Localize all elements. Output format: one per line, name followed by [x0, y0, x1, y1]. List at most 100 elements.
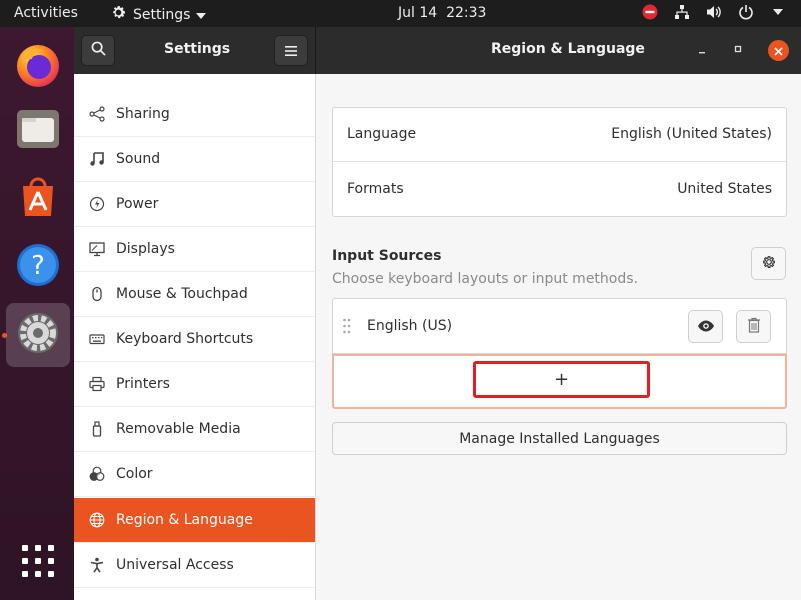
main-menu-button[interactable]	[274, 35, 308, 66]
search-button[interactable]	[81, 35, 115, 66]
minimize-icon	[697, 43, 707, 57]
close-button[interactable]	[768, 40, 789, 61]
language-formats-card: Language English (United States) Formats…	[332, 107, 787, 217]
sidebar-item-region-language[interactable]: Region & Language	[74, 498, 315, 543]
sidebar-item-label: Sound	[116, 151, 161, 167]
accessibility-icon	[88, 556, 106, 574]
sidebar-item-displays[interactable]: Displays	[74, 227, 315, 272]
dock-settings[interactable]	[6, 303, 70, 367]
keyboard-icon	[88, 330, 106, 348]
sidebar-item-label: Displays	[116, 241, 175, 257]
settings-gear-icon	[15, 310, 61, 360]
sidebar-item-mouse-touchpad[interactable]: Mouse & Touchpad	[74, 272, 315, 317]
dock: ?	[0, 27, 74, 600]
remove-input-source-button[interactable]	[736, 310, 771, 343]
sidebar-item-label: Keyboard Shortcuts	[116, 331, 254, 347]
color-icon	[88, 465, 106, 483]
app-menu-label: Settings	[133, 6, 191, 23]
sidebar-item-label: Power	[116, 196, 159, 212]
formats-row[interactable]: Formats United States	[333, 162, 786, 216]
usb-drive-icon	[88, 420, 106, 438]
dock-ubuntu-software[interactable]	[6, 167, 70, 231]
maximize-icon	[733, 43, 743, 57]
dock-files[interactable]	[6, 99, 70, 163]
add-icon: +	[553, 368, 570, 390]
close-icon	[774, 41, 783, 60]
clock-date: Jul 14	[398, 5, 438, 21]
search-icon	[91, 41, 106, 60]
input-sources-subtitle: Choose keyboard layouts or input methods…	[332, 271, 638, 287]
language-value: English (United States)	[611, 126, 772, 142]
sidebar-item-label: Color	[116, 466, 153, 482]
software-store-icon	[15, 174, 61, 224]
do-not-disturb-icon[interactable]	[641, 3, 659, 21]
mouse-icon	[88, 285, 106, 303]
sidebar-item-label: Universal Access	[116, 557, 234, 573]
share-icon	[88, 105, 106, 123]
maximize-button[interactable]	[728, 40, 748, 60]
files-icon	[15, 106, 61, 156]
display-icon	[88, 240, 106, 258]
network-icon[interactable]	[673, 3, 691, 21]
header-bar: Settings Region & Language	[74, 27, 801, 74]
preview-layout-button[interactable]	[688, 310, 723, 343]
power-menu-icon[interactable]	[737, 3, 755, 21]
volume-icon[interactable]	[705, 3, 723, 21]
panel-title: Region & Language	[491, 41, 645, 57]
add-input-source-row[interactable]: +	[332, 354, 787, 409]
sidebar-item-universal-access[interactable]: Universal Access	[74, 543, 315, 588]
sidebar-header: Settings	[74, 27, 316, 74]
add-input-source-button[interactable]: +	[473, 361, 650, 398]
sidebar-item-sound[interactable]: Sound	[74, 137, 315, 182]
sidebar-item-label: Printers	[116, 376, 170, 392]
clock[interactable]: Jul 14 22:33	[398, 5, 486, 21]
sidebar-item-label: Mouse & Touchpad	[116, 286, 248, 302]
trash-icon	[747, 317, 761, 337]
sidebar-item-keyboard-shortcuts[interactable]: Keyboard Shortcuts	[74, 317, 315, 362]
sidebar-item-power[interactable]: Power	[74, 182, 315, 227]
dock-firefox[interactable]	[6, 35, 70, 99]
input-sources-options-button[interactable]	[751, 247, 786, 280]
sidebar-item-label: Region & Language	[116, 512, 253, 528]
show-applications-button[interactable]	[6, 531, 70, 595]
settings-sidebar: Sharing Sound Power Displays Mouse & Tou…	[74, 74, 316, 600]
globe-icon	[88, 511, 106, 529]
gear-icon	[761, 254, 777, 274]
tray-dropdown-icon[interactable]	[769, 3, 787, 21]
music-note-icon	[88, 150, 106, 168]
input-sources-title: Input Sources	[332, 248, 442, 264]
drag-handle-icon[interactable]	[343, 318, 351, 338]
input-source-row[interactable]: English (US)	[332, 298, 787, 354]
eye-icon	[697, 317, 715, 336]
sidebar-item-sharing[interactable]: Sharing	[74, 92, 315, 137]
system-tray[interactable]	[641, 3, 787, 21]
gear-icon	[110, 4, 127, 25]
power-icon	[88, 195, 106, 213]
clock-time: 22:33	[446, 5, 487, 21]
minimize-button[interactable]	[692, 40, 712, 60]
sidebar-title: Settings	[164, 41, 231, 57]
app-menu[interactable]: Settings	[110, 4, 207, 25]
activities-button[interactable]: Activities	[14, 5, 78, 21]
region-language-panel: Language English (United States) Formats…	[316, 74, 801, 600]
firefox-icon	[14, 41, 62, 93]
language-label: Language	[347, 126, 417, 142]
formats-value: United States	[677, 181, 772, 197]
language-row[interactable]: Language English (United States)	[333, 108, 786, 162]
sidebar-item-label: Removable Media	[116, 421, 241, 437]
top-bar: Activities Settings Jul 14 22:33	[0, 0, 801, 27]
settings-window: Settings Region & Language Sharing Sound…	[74, 27, 801, 600]
app-grid-icon	[21, 544, 55, 582]
sidebar-item-color[interactable]: Color	[74, 452, 315, 497]
formats-label: Formats	[347, 181, 404, 197]
sidebar-item-removable-media[interactable]: Removable Media	[74, 407, 315, 452]
sidebar-item-printers[interactable]: Printers	[74, 362, 315, 407]
input-source-name: English (US)	[367, 318, 453, 334]
manage-installed-languages-button[interactable]: Manage Installed Languages	[332, 422, 787, 455]
dock-help[interactable]: ?	[6, 235, 70, 299]
svg-text:?: ?	[31, 251, 45, 281]
dropdown-arrow-icon	[196, 7, 207, 23]
hamburger-menu-icon	[285, 41, 297, 60]
printer-icon	[88, 375, 106, 393]
sidebar-item-label: Sharing	[116, 106, 170, 122]
